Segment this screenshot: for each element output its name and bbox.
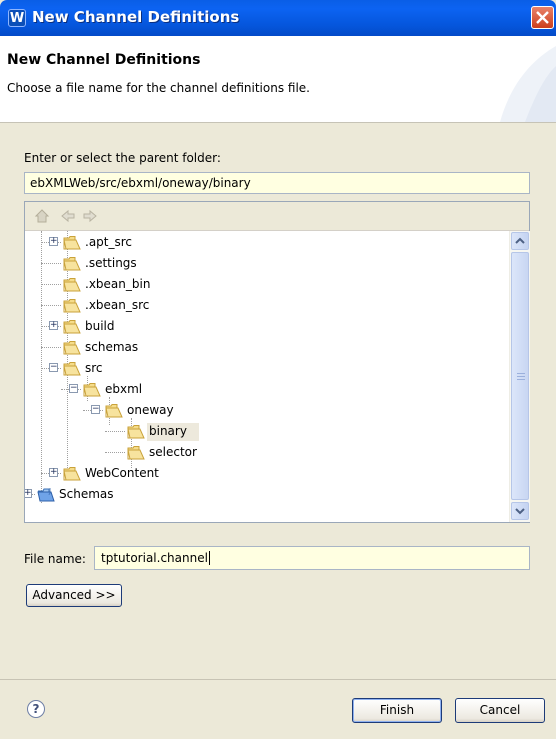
tree-item-label: Schemas [59,487,114,501]
folder-icon [127,445,145,461]
help-icon[interactable]: ? [27,700,45,718]
app-logo-icon: W [8,9,26,27]
tree-connector [41,347,61,348]
tree-item-label: oneway [127,403,174,417]
parent-folder-input[interactable]: ebXMLWeb/src/ebxml/oneway/binary [24,172,530,194]
expand-toggle-icon[interactable]: + [49,237,58,246]
text-caret [208,551,210,565]
svg-text:J: J [48,487,51,495]
back-icon[interactable] [60,208,76,224]
folder-tree: + .apt_src .settings .xbean_bin .xbean_src + b… [24,201,530,523]
tree-item-label: .xbean_bin [85,277,151,291]
folder-icon [63,319,81,335]
wizard-banner: New Channel Definitions Choose a file na… [0,36,556,123]
tree-connector [105,431,125,432]
collapse-toggle-icon[interactable]: − [69,384,78,393]
tree-connector [41,263,61,264]
file-name-input[interactable]: tptutorial.channel [94,546,530,570]
separator [0,679,556,680]
tree-item-label: .settings [85,256,137,270]
tree-toolbar [25,202,529,231]
collapse-toggle-icon[interactable]: − [49,363,58,372]
cancel-button[interactable]: Cancel [455,698,545,723]
home-icon[interactable] [34,208,50,224]
folder-icon [127,424,145,440]
window-title: New Channel Definitions [32,8,240,26]
banner-description: Choose a file name for the channel defin… [7,81,310,95]
tree-item-label: src [85,361,103,375]
tree-item-label: selector [149,445,197,459]
folder-icon [63,298,81,314]
collapse-toggle-icon[interactable]: − [91,405,100,414]
close-button[interactable] [531,6,554,29]
tree-connector [41,231,42,503]
scroll-up-button[interactable] [511,232,529,250]
expand-toggle-icon[interactable]: + [49,321,58,330]
close-icon [536,11,549,24]
file-name-value: tptutorial.channel [101,551,208,565]
tree-connector [105,452,125,453]
expand-toggle-icon[interactable]: + [25,489,32,498]
folder-icon [83,382,101,398]
tree-item-label: schemas [85,340,139,354]
title-bar: W New Channel Definitions [0,0,556,36]
folder-icon [63,340,81,356]
finish-button[interactable]: Finish [352,698,442,723]
chevron-down-icon [515,508,525,515]
folder-icon [105,403,123,419]
scroll-down-button[interactable] [511,502,529,520]
folder-icon [63,466,81,482]
tree-item-label: .apt_src [85,235,133,249]
advanced-button[interactable]: Advanced >> [26,584,122,607]
tree-item-label: WebContent [85,466,159,480]
file-name-label: File name: [24,552,86,566]
scroll-grip [517,376,525,377]
expand-toggle-icon[interactable]: + [49,468,58,477]
folder-icon [63,277,81,293]
scroll-grip [517,379,525,380]
banner-graphic-icon [500,46,556,122]
tree-connector [41,305,61,306]
folder-icon [63,235,81,251]
tree-view[interactable]: + .apt_src .settings .xbean_bin .xbean_src + b… [25,231,509,522]
scroll-grip [517,373,525,374]
parent-folder-label: Enter or select the parent folder: [24,151,221,165]
folder-icon [63,361,81,377]
tree-item-label: build [85,319,115,333]
tree-item-label: ebxml [105,382,143,396]
banner-title: New Channel Definitions [7,52,201,68]
tree-scrollbar[interactable] [509,231,530,522]
scroll-thumb[interactable] [511,252,529,500]
tree-item-label: .xbean_src [85,298,150,312]
library-folder-icon: J [37,487,55,503]
folder-icon [63,256,81,272]
chevron-up-icon [515,237,525,244]
tree-item-label: binary [149,424,187,438]
tree-connector [41,284,61,285]
forward-icon[interactable] [82,208,98,224]
